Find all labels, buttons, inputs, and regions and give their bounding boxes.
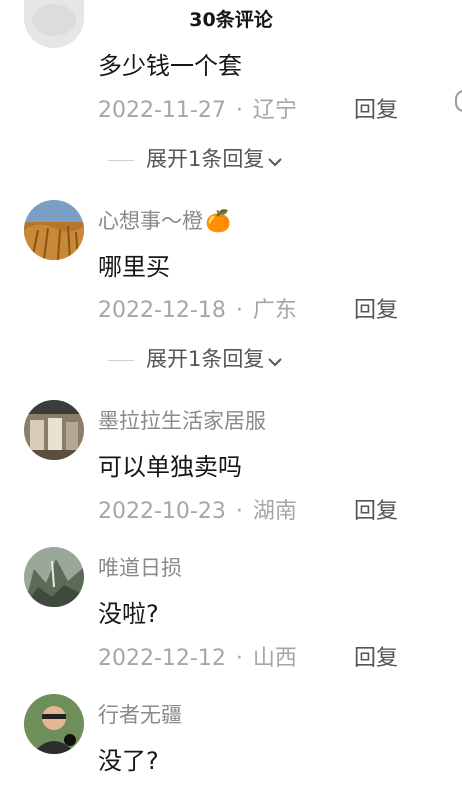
comment-location: 广东 xyxy=(252,298,297,323)
comment-meta: 2022-12-12 · 山西 xyxy=(98,640,297,672)
reply-button[interactable]: 回复 xyxy=(354,92,398,124)
orange-emoji-icon: 🍊 xyxy=(205,209,232,233)
reply-button[interactable]: 回复 xyxy=(354,640,398,672)
avatar[interactable] xyxy=(24,400,84,460)
comment-username: 墨拉拉生活家居服 xyxy=(98,409,266,433)
chevron-down-icon xyxy=(267,348,283,372)
expand-replies-label: 展开1条回复 xyxy=(146,347,265,371)
avatar[interactable] xyxy=(24,200,84,260)
divider-line xyxy=(108,359,134,361)
comment-date: 2022-10-23 xyxy=(98,499,226,524)
separator-dot: · xyxy=(235,499,243,524)
comment-username: 唯道日损 xyxy=(98,556,182,580)
comment-meta: 2022-12-18 · 广东 xyxy=(98,292,297,324)
separator-dot: · xyxy=(235,646,243,671)
comment-location: 湖南 xyxy=(252,499,297,524)
comment-location: 山西 xyxy=(252,646,297,671)
comment-text: 没了? xyxy=(98,747,159,775)
avatar[interactable] xyxy=(24,547,84,607)
comment-date: 2022-12-18 xyxy=(98,298,226,323)
username-label: 心想事～橙 xyxy=(98,209,203,233)
edge-icon xyxy=(455,90,462,112)
comment-username: 心想事～橙🍊 xyxy=(98,205,231,235)
comment-date: 2022-12-12 xyxy=(98,646,226,671)
separator-dot: · xyxy=(235,298,243,323)
comment-text: 没啦? xyxy=(98,600,159,628)
chevron-down-icon xyxy=(267,148,283,172)
expand-replies-label: 展开1条回复 xyxy=(146,147,265,171)
comment-text: 可以单独卖吗 xyxy=(98,453,242,481)
comment-meta: 2022-10-23 · 湖南 xyxy=(98,493,297,525)
reply-button[interactable]: 回复 xyxy=(354,292,398,324)
avatar[interactable] xyxy=(24,0,84,48)
expand-replies-button[interactable]: 展开1条回复 xyxy=(108,343,283,373)
divider-line xyxy=(108,159,134,161)
comment-meta: 2022-11-27 · 辽宁 xyxy=(98,92,297,124)
comment-location: 辽宁 xyxy=(252,98,297,123)
comment-username: 行者无疆 xyxy=(98,703,182,727)
expand-replies-button[interactable]: 展开1条回复 xyxy=(108,143,283,173)
comment-text: 哪里买 xyxy=(98,253,170,281)
comment-date: 2022-11-27 xyxy=(98,98,226,123)
avatar[interactable] xyxy=(24,694,84,754)
comment-text: 多少钱一个套 xyxy=(98,52,242,80)
separator-dot: · xyxy=(235,98,243,123)
reply-button[interactable]: 回复 xyxy=(354,493,398,525)
